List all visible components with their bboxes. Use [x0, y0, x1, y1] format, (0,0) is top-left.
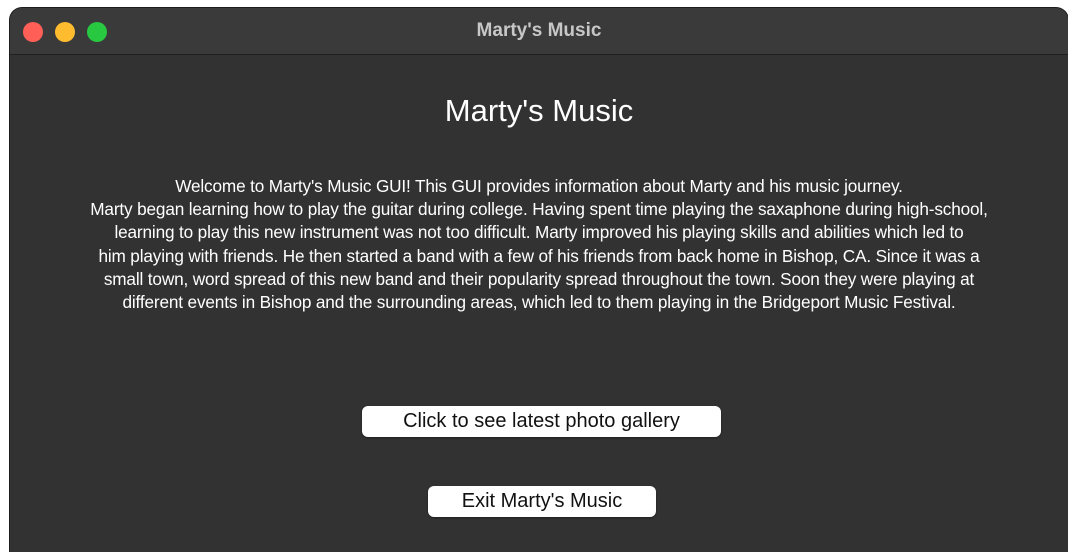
app-window: Marty's Music Marty's Music Welcome to M… — [10, 8, 1068, 552]
exit-button[interactable]: Exit Marty's Music — [428, 486, 656, 517]
description-line: learning to play this new instrument was… — [114, 222, 964, 243]
photo-gallery-button[interactable]: Click to see latest photo gallery — [362, 406, 721, 437]
description-line: Marty began learning how to play the gui… — [90, 199, 988, 220]
description-line: small town, word spread of this new band… — [103, 268, 975, 289]
title-bar[interactable]: Marty's Music — [10, 8, 1068, 55]
page-title: Marty's Music — [444, 93, 634, 128]
description-line: Welcome to Marty's Music GUI! This GUI p… — [175, 176, 903, 196]
description-line: different events in Bishop and the surro… — [122, 292, 956, 313]
description-line: him playing with friends. He then starte… — [98, 245, 980, 266]
description-text: Welcome to Marty's Music GUI! This GUI p… — [36, 175, 1042, 314]
main-content: Marty's Music Welcome to Marty's Music G… — [10, 55, 1068, 552]
window-title: Marty's Music — [476, 20, 602, 41]
